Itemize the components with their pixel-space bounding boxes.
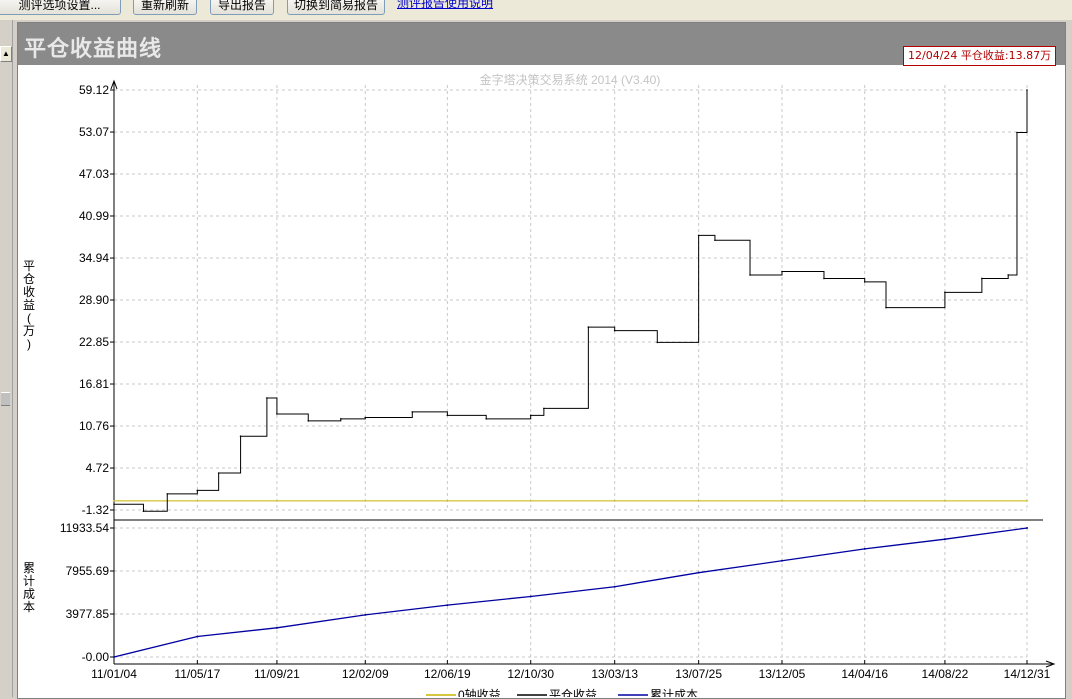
y-tick-label: -0.00 [82, 650, 110, 664]
x-tick-label: 13/12/05 [759, 667, 806, 681]
data-point [781, 270, 783, 273]
y-tick-label: 59.12 [79, 83, 109, 97]
y-tick-label: 3977.85 [66, 607, 110, 621]
data-point [943, 538, 946, 541]
legend-label: 累计成本 [650, 688, 698, 697]
data-point [613, 329, 616, 332]
svg-text:平: 平 [23, 259, 35, 273]
data-point [307, 420, 310, 422]
x-tick-label: 11/05/17 [174, 667, 220, 681]
data-point [863, 281, 866, 283]
x-tick-label: 12/10/30 [507, 667, 554, 681]
x-tick-label: 11/09/21 [254, 667, 300, 681]
y-tick-label: 4.72 [86, 461, 110, 475]
data-point [166, 493, 169, 495]
y-tick-label: 28.90 [79, 293, 109, 307]
svg-text:): ) [27, 337, 31, 351]
data-point [275, 626, 278, 629]
data-point [780, 559, 783, 562]
svg-text:收: 收 [23, 285, 35, 299]
data-point [1007, 274, 1010, 276]
chart-area: 金字塔决策交易系统 2014 (V3.40) 11/01/04 11/05/17 1… [23, 72, 1056, 697]
x-tick-label: 12/02/09 [342, 667, 389, 681]
data-point [113, 500, 115, 502]
data-point [714, 239, 716, 242]
data-point [142, 510, 145, 513]
data-point [276, 413, 278, 415]
svg-text:成: 成 [23, 587, 35, 601]
data-point [196, 635, 199, 638]
data-point [944, 291, 946, 294]
y-tick-label: 10.76 [79, 419, 109, 433]
data-point [529, 595, 532, 598]
data-point [446, 604, 449, 607]
data-point [485, 418, 488, 420]
data-point [411, 411, 414, 413]
series-line-累计成本 [113, 527, 1028, 658]
y-tick-label: 11933.54 [60, 521, 109, 535]
data-point [364, 416, 367, 419]
data-point [113, 656, 115, 658]
legend-label: 平仓收益 [549, 688, 597, 697]
x-tick-label: 14/04/16 [841, 667, 888, 681]
data-point [446, 414, 449, 417]
data-point [697, 571, 700, 574]
series-line-平仓收益 [114, 90, 1028, 512]
data-point [266, 397, 268, 399]
data-point [863, 547, 866, 550]
x-tick-label: 14/12/31 [1004, 667, 1051, 681]
data-point [613, 585, 616, 588]
y-tick-label: 40.99 [79, 209, 109, 223]
data-point [749, 274, 751, 276]
y-tick-label: 34.94 [79, 251, 109, 265]
chart-watermark: 金字塔决策交易系统 2014 (V3.40) [480, 72, 661, 87]
svg-text:(: ( [27, 311, 31, 325]
data-point [1026, 527, 1028, 529]
svg-text:万: 万 [23, 324, 35, 338]
y-axis-title-cost: 累计成本 [23, 561, 35, 614]
data-point [1026, 89, 1028, 91]
svg-text:益: 益 [23, 298, 35, 312]
y-tick-label: 47.03 [79, 167, 109, 181]
data-point [113, 503, 115, 506]
data-point [1026, 500, 1028, 502]
data-point [697, 234, 700, 237]
y-tick-label: 53.07 [79, 125, 109, 139]
data-point [885, 306, 887, 309]
y-tick-label: -1.32 [82, 503, 110, 517]
legend-item: 累计成本 [618, 688, 698, 697]
data-point [981, 277, 983, 280]
y-tick-label: 22.85 [79, 335, 109, 349]
legend-item: 平仓收益 [517, 688, 597, 697]
data-point [1016, 131, 1018, 134]
x-tick-label: 12/06/19 [424, 667, 471, 681]
data-point [543, 407, 545, 410]
svg-text:计: 计 [23, 574, 35, 588]
x-tick-label: 13/07/25 [675, 667, 722, 681]
data-point [217, 472, 220, 474]
y-tick-label: 7955.69 [66, 564, 110, 578]
data-point [587, 326, 590, 328]
data-point [340, 418, 342, 420]
x-tick-label: 14/08/22 [922, 667, 969, 681]
data-point [239, 435, 242, 438]
data-point [656, 341, 659, 344]
legend-label: 0轴收益 [458, 687, 501, 697]
data-point [364, 613, 367, 616]
svg-text:累: 累 [23, 561, 35, 575]
data-point [823, 277, 825, 280]
x-tick-label: 11/01/04 [91, 667, 137, 681]
x-tick-label: 13/03/13 [591, 667, 638, 681]
data-point [196, 489, 199, 492]
svg-text:本: 本 [23, 600, 35, 614]
y-tick-label: 16.81 [79, 377, 109, 391]
legend-item: 0轴收益 [426, 687, 501, 697]
data-point [529, 414, 532, 417]
y-axis-title-profit: 平仓收益(万) [23, 259, 35, 351]
svg-text:仓: 仓 [23, 272, 35, 286]
